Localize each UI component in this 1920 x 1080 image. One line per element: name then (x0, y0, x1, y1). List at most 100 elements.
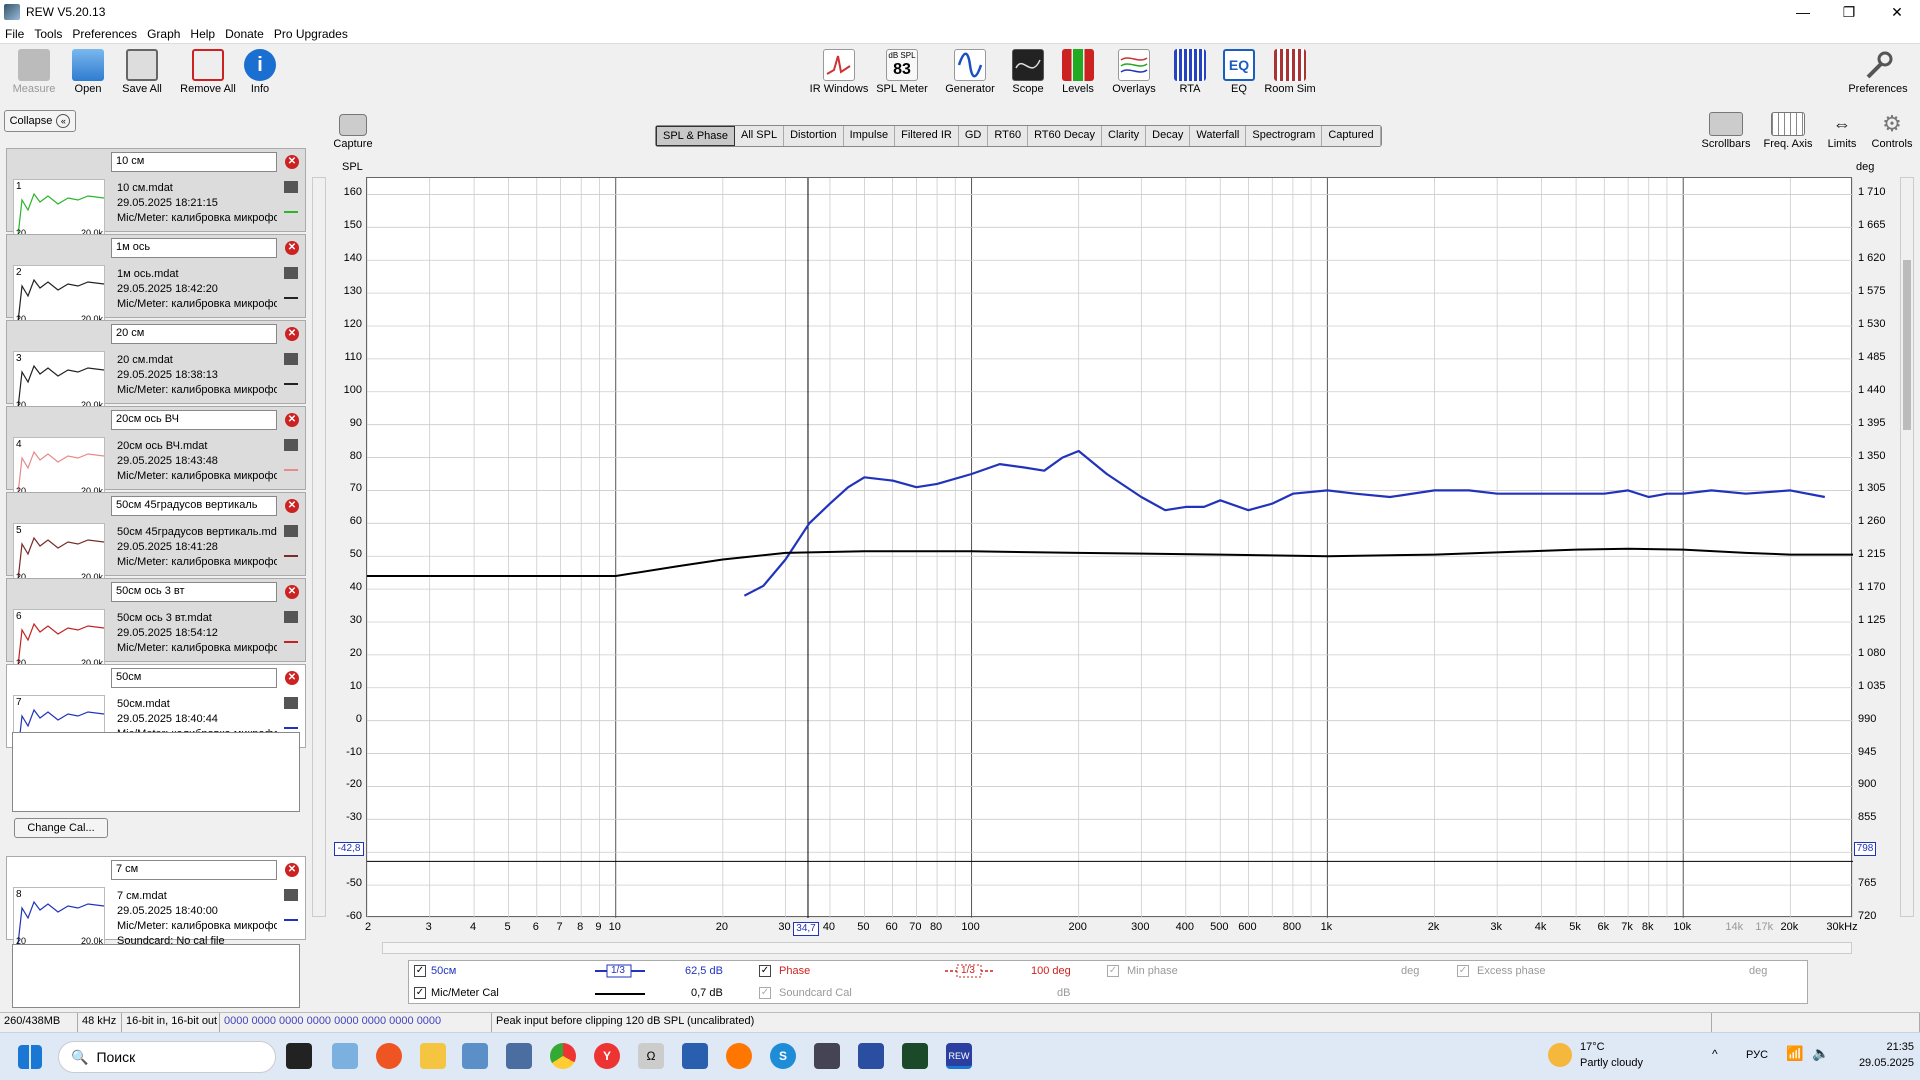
menu-tools[interactable]: Tools (29, 27, 67, 41)
menu-preferences[interactable]: Preferences (67, 27, 142, 41)
clock-time[interactable]: 21:35 (1858, 1041, 1914, 1053)
app-icon-dark[interactable] (902, 1043, 928, 1069)
measurement-name-field[interactable]: 10 см (111, 152, 277, 172)
tray-chevron-icon[interactable]: ^ (1712, 1047, 1718, 1061)
graph-tab[interactable]: Distortion (784, 126, 844, 146)
graph-toggle-icon[interactable] (284, 697, 298, 709)
notes-box[interactable] (12, 732, 300, 812)
min-phase-checkbox[interactable]: ✓ (1107, 965, 1119, 977)
open-button[interactable]: Open (64, 49, 112, 95)
graph-tab[interactable]: All SPL (735, 126, 785, 146)
panel-scrollbar[interactable] (312, 177, 326, 917)
spl-meter-button[interactable]: dB SPL 83 SPL Meter (874, 49, 930, 95)
measurement-thumbnail[interactable]: 6 20 20.0k (13, 609, 105, 669)
graph-toggle-icon[interactable] (284, 889, 298, 901)
graph-toggle-icon[interactable] (284, 353, 298, 365)
measurement-thumbnail[interactable]: 3 20 20.0k (13, 351, 105, 411)
graph-tab[interactable]: GD (959, 126, 989, 146)
graph-tab[interactable]: Waterfall (1190, 126, 1247, 146)
trace-color-icon[interactable] (284, 201, 298, 213)
windows-start-icon[interactable] (18, 1045, 42, 1069)
chrome-icon[interactable] (550, 1043, 576, 1069)
levels-button[interactable]: Levels (1054, 49, 1102, 95)
trace-color-icon[interactable] (284, 717, 298, 729)
remove-measurement-icon[interactable]: ✕ (285, 241, 299, 255)
remove-measurement-icon[interactable]: ✕ (285, 499, 299, 513)
measurement-name-field[interactable]: 50см (111, 668, 277, 688)
measurement-item[interactable]: 7 см ✕ 8 20 20.0k 7 см.mdat 29.05.2025 18:40:0… (6, 856, 306, 947)
phase-checkbox[interactable]: ✓ (759, 965, 771, 977)
measurement-thumbnail[interactable]: 2 20 20.0k (13, 265, 105, 325)
remove-measurement-icon[interactable]: ✕ (285, 413, 299, 427)
clock-date[interactable]: 29.05.2025 (1842, 1057, 1914, 1069)
capture-button[interactable]: Capture (332, 114, 374, 150)
measurement-thumbnail[interactable]: 4 20 20.0k (13, 437, 105, 497)
legend-phase-smoothing[interactable]: 1/3 (961, 965, 975, 976)
language-indicator[interactable]: РУС (1746, 1049, 1768, 1061)
file-explorer-icon[interactable] (420, 1043, 446, 1069)
overlays-button[interactable]: Overlays (1108, 49, 1160, 95)
menu-help[interactable]: Help (185, 27, 220, 41)
measurement-name-field[interactable]: 7 см (111, 860, 277, 880)
remove-measurement-icon[interactable]: ✕ (285, 671, 299, 685)
menu-pro-upgrades[interactable]: Pro Upgrades (269, 27, 353, 41)
minimize-button[interactable]: — (1780, 0, 1826, 24)
yandex-browser-icon[interactable] (376, 1043, 402, 1069)
taskbar-search[interactable]: 🔍 Поиск (58, 1041, 276, 1073)
measurement-name-field[interactable]: 50см ось 3 вт (111, 582, 277, 602)
trace-color-icon[interactable] (284, 459, 298, 471)
graph-scrollbar-h[interactable] (382, 942, 1852, 954)
graph-toggle-icon[interactable] (284, 611, 298, 623)
controls-button[interactable]: ⚙ Controls (1868, 112, 1916, 151)
info-button[interactable]: i Info (240, 49, 280, 95)
measurement-item[interactable]: 20 см ✕ 3 20 20.0k 20 см.mdat 29.05.2025 18:38… (6, 320, 306, 411)
soundcard-cal-checkbox[interactable]: ✓ (759, 987, 771, 999)
mixer-icon[interactable] (814, 1043, 840, 1069)
notes-box-2[interactable] (12, 944, 300, 1008)
app-icon-red[interactable] (858, 1043, 884, 1069)
scrollbars-button[interactable]: Scrollbars (1700, 112, 1752, 150)
rta-button[interactable]: RTA (1170, 49, 1210, 95)
graph-tab[interactable]: Spectrogram (1246, 126, 1323, 146)
eq-button[interactable]: EQ EQ (1220, 49, 1258, 95)
measure-button[interactable]: Measure (10, 49, 58, 95)
graph-toggle-icon[interactable] (284, 525, 298, 537)
menu-file[interactable]: File (0, 27, 29, 41)
measurement-item[interactable]: 50см ось 3 вт ✕ 6 20 20.0k 50см ось 3 вт.mdat… (6, 578, 306, 669)
wifi-icon[interactable]: 📶 (1786, 1045, 1803, 1062)
yandex-icon[interactable]: Y (594, 1043, 620, 1069)
charmap-icon[interactable]: Ω (638, 1043, 664, 1069)
freq-axis-button[interactable]: Freq. Axis (1760, 112, 1816, 150)
measurement-item[interactable]: 1м ось ✕ 2 20 20.0k 1м ось.mdat 29.05.2025 18:… (6, 234, 306, 325)
volume-icon[interactable]: 🔈 (1812, 1045, 1829, 1062)
close-button[interactable]: ✕ (1874, 0, 1920, 24)
mic-cal-checkbox[interactable]: ✓ (414, 987, 426, 999)
room-sim-button[interactable]: Room Sim (1264, 49, 1316, 95)
remove-measurement-icon[interactable]: ✕ (285, 155, 299, 169)
graph-tab[interactable]: Impulse (844, 126, 896, 146)
measurement-name-field[interactable]: 20 см (111, 324, 277, 344)
graph-toggle-icon[interactable] (284, 181, 298, 193)
trace-color-icon[interactable] (284, 287, 298, 299)
graph-tab[interactable]: RT60 Decay (1028, 126, 1102, 146)
excess-phase-checkbox[interactable]: ✓ (1457, 965, 1469, 977)
50cm-checkbox[interactable]: ✓ (414, 965, 426, 977)
rew-taskbar-icon[interactable]: REW (946, 1043, 972, 1069)
measurement-name-field[interactable]: 50см 45градусов вертикаль (111, 496, 277, 516)
graph-tab[interactable]: RT60 (988, 126, 1029, 146)
maximize-button[interactable]: ❐ (1826, 0, 1872, 24)
trace-color-icon[interactable] (284, 373, 298, 385)
trace-color-icon[interactable] (284, 631, 298, 643)
scope-button[interactable]: Scope (1004, 49, 1052, 95)
trace-color-icon[interactable] (284, 909, 298, 921)
remove-measurement-icon[interactable]: ✕ (285, 327, 299, 341)
measurement-thumbnail[interactable]: 8 20 20.0k (13, 887, 105, 947)
notes-icon[interactable] (682, 1043, 708, 1069)
graph-toggle-icon[interactable] (284, 267, 298, 279)
measurement-thumbnail[interactable]: 5 20 20.0k (13, 523, 105, 583)
task-view-icon[interactable] (286, 1043, 312, 1069)
graph-scrollbar-thumb[interactable] (1903, 260, 1911, 430)
remove-all-button[interactable]: Remove All (178, 49, 238, 95)
graph-tab[interactable]: Decay (1146, 126, 1191, 146)
menu-graph[interactable]: Graph (142, 27, 185, 41)
